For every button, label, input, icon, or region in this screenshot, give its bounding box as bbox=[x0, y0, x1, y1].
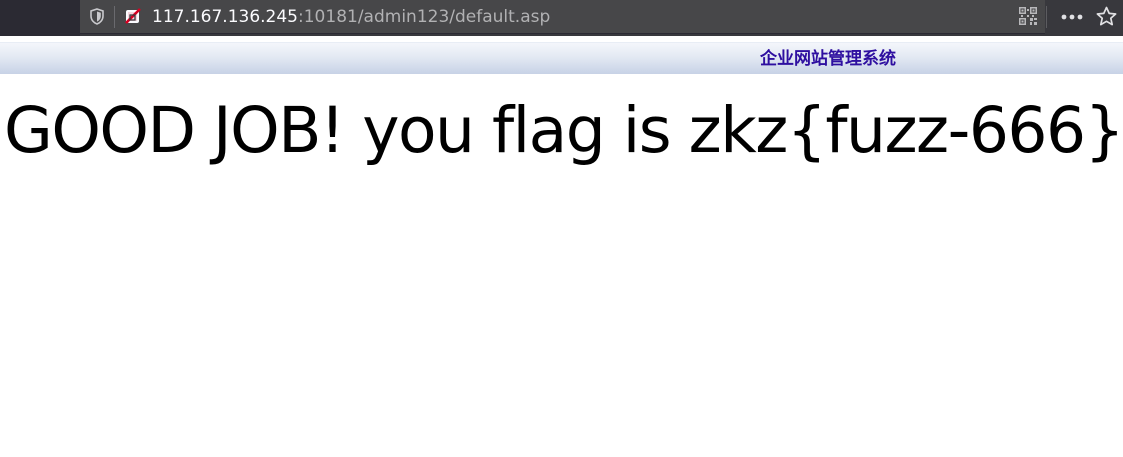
url-text[interactable]: 117.167.136.245:10181/admin123/default.a… bbox=[152, 6, 550, 28]
page-title: 企业网站管理系统 bbox=[760, 49, 896, 69]
page-header: 企业网站管理系统 bbox=[0, 42, 1123, 74]
toolbar-left-area bbox=[0, 0, 80, 36]
star-icon[interactable] bbox=[1096, 6, 1117, 27]
insecure-connection-icon[interactable] bbox=[124, 7, 142, 25]
url-path: :10181/admin123/default.asp bbox=[298, 7, 551, 27]
url-host: 117.167.136.245 bbox=[152, 7, 299, 27]
toolbar-divider bbox=[1046, 6, 1047, 28]
shield-icon[interactable] bbox=[90, 8, 104, 25]
browser-toolbar: 117.167.136.245:10181/admin123/default.a… bbox=[0, 0, 1123, 36]
address-divider bbox=[114, 6, 115, 28]
flag-message: GOOD JOB! you flag is zkz{fuzz-666} bbox=[4, 94, 1123, 167]
qr-code-icon[interactable] bbox=[1018, 6, 1038, 26]
more-horizontal-icon[interactable] bbox=[1061, 14, 1083, 20]
